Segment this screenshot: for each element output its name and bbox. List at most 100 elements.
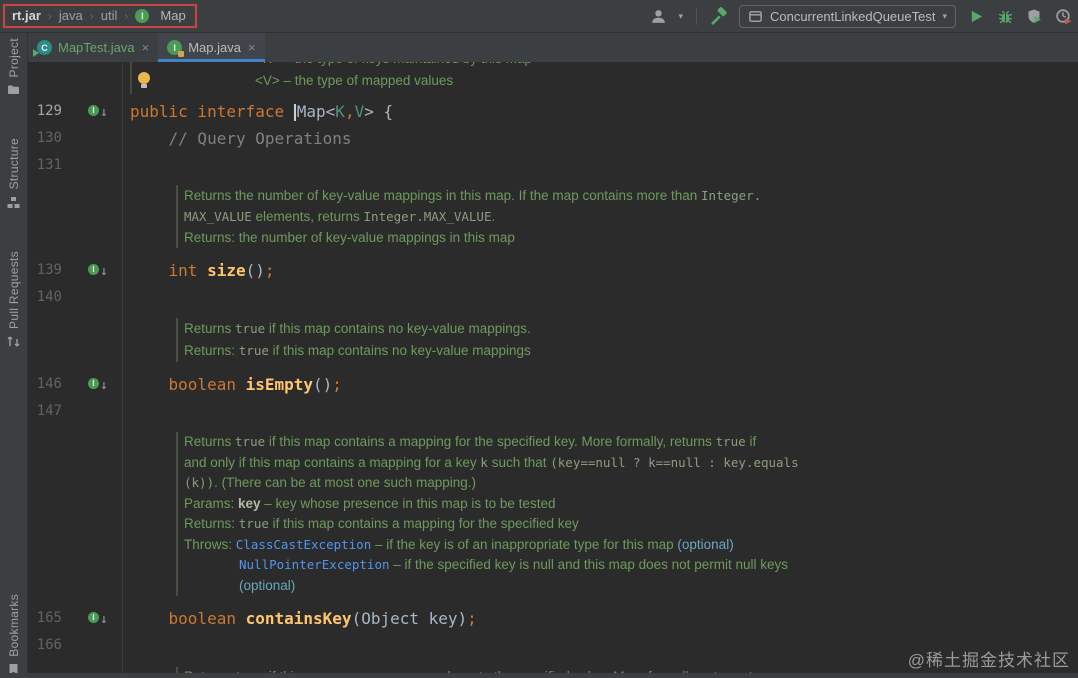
interface-icon: I [88, 264, 99, 275]
run-config-combo[interactable]: ConcurrentLinkedQueueTest ▾ [738, 4, 956, 28]
pull-request-icon [7, 336, 20, 347]
doc-text: Returns: [184, 343, 239, 358]
implemented-by-gutter-icon[interactable]: I ↓ [88, 264, 108, 278]
code-line[interactable]: 147 [28, 398, 1078, 425]
implemented-by-gutter-icon[interactable]: I ↓ [88, 105, 108, 120]
doc-text: true [235, 434, 266, 449]
implemented-by-gutter-icon[interactable]: I ↓ [88, 378, 108, 392]
sidebar-item-pull-requests[interactable]: Pull Requests [7, 251, 21, 348]
sidebar-item-bookmarks[interactable]: Bookmarks [7, 594, 21, 676]
doc-line: (optional) [184, 576, 1078, 597]
line-number: 139 [36, 262, 62, 278]
code-line[interactable]: 140 [28, 284, 1078, 311]
code-token: ; [467, 609, 477, 628]
class-icon: C [33, 40, 52, 57]
close-icon[interactable]: × [142, 40, 150, 55]
stripe-label: Pull Requests [6, 250, 21, 329]
rendered-javadoc: Returns the number of key-value mappings… [176, 185, 1078, 248]
stripe-label: Project [6, 38, 21, 78]
down-arrow-icon: ↓ [100, 105, 108, 120]
main-toolbar: rt.jar › java › util › I Map ▾ Concurren… [0, 0, 1078, 33]
chevron-down-icon[interactable]: ▾ [678, 11, 683, 22]
code-token: boolean [130, 375, 246, 394]
clipped-doc-line: <K> – the type of keys maintained by thi… [130, 62, 1078, 70]
doc-text: and only if this map contains a mapping … [184, 454, 481, 470]
run-icon[interactable] [967, 7, 985, 25]
code-token: Map< [296, 102, 336, 121]
sidebar-item-project[interactable]: Project [7, 38, 21, 96]
doc-text: – if the specified key is null and this … [389, 557, 788, 572]
doc-line: Params: key – key whose presence in this… [184, 494, 1078, 515]
doc-line: NullPointerException – if the specified … [184, 555, 1078, 576]
code-token: public interface [130, 102, 294, 121]
doc-line: Returns the number of key-value mappings… [184, 185, 1078, 206]
interface-icon: I [88, 105, 99, 116]
doc-link[interactable]: ClassCastException [236, 537, 371, 552]
doc-link[interactable]: (optional) [677, 537, 733, 552]
doc-text: if this map contains no key-value mappin… [268, 343, 531, 358]
stripe-label: Bookmarks [6, 594, 21, 657]
stripe-top-group: Project Structure Pull Requests [7, 38, 21, 348]
doc-line: Returns: true if this map contains no ke… [184, 340, 1078, 362]
chevron-down-icon: ▾ [942, 10, 947, 21]
breadcrumb-item-util[interactable]: util [101, 8, 118, 23]
intention-bulb-icon[interactable] [138, 72, 150, 88]
code-token: ; [264, 261, 275, 280]
breadcrumb-item-rtjar[interactable]: rt.jar [12, 8, 41, 23]
line-number: 140 [36, 289, 62, 305]
text-caret [293, 104, 296, 121]
doc-text: – key whose presence in this map is to b… [260, 495, 556, 511]
doc-link[interactable]: NullPointerException [239, 557, 390, 572]
app-window-icon [749, 10, 762, 22]
code-token: boolean [130, 609, 246, 628]
code-line[interactable]: 130 // Query Operations [28, 125, 1078, 152]
rendered-javadoc: Returns true if this map contains a mapp… [176, 432, 1078, 596]
code-text: boolean containsKey(Object key); [28, 605, 1078, 632]
debug-icon[interactable] [996, 7, 1014, 25]
user-icon[interactable] [649, 7, 667, 25]
profiler-icon[interactable] [1054, 7, 1072, 25]
line-number: 130 [36, 130, 62, 146]
code-line[interactable]: 129 I ↓ public interface Map<K,V> { [28, 98, 1078, 125]
code-line[interactable]: 146 I ↓ boolean isEmpty(); [28, 371, 1078, 398]
code-token: () [313, 375, 333, 394]
chevron-separator-icon: › [89, 8, 94, 23]
code-line[interactable]: 131 [28, 152, 1078, 179]
build-hammer-icon[interactable] [710, 7, 728, 25]
code-token: V [354, 102, 365, 121]
doc-text: MAX_VALUE [184, 209, 252, 224]
code-token: (Object key) [351, 609, 468, 628]
doc-text: true [715, 434, 746, 449]
implemented-by-gutter-icon[interactable]: I ↓ [88, 612, 108, 626]
doc-line: Returns true if this map contains no key… [184, 318, 1078, 340]
doc-text: Returns: the number of key-value mapping… [184, 230, 515, 245]
tab-maptest-java[interactable]: C MapTest.java × [28, 33, 158, 62]
window-bottom-edge [0, 673, 1078, 678]
code-token: K [335, 102, 345, 121]
doc-text: true [238, 343, 269, 358]
tab-label: MapTest.java [58, 40, 135, 55]
close-icon[interactable]: × [248, 40, 256, 55]
run-config-label: ConcurrentLinkedQueueTest [769, 8, 936, 24]
breadcrumb-item-map[interactable]: Map [160, 8, 185, 23]
code-token: size [207, 261, 246, 280]
code-line[interactable]: 139 I ↓ int size(); [28, 257, 1078, 284]
doc-line: Throws: ClassCastException – if the key … [184, 535, 1078, 556]
interface-icon: I [88, 612, 99, 623]
tab-label: Map.java [188, 40, 241, 55]
code-text: public interface Map<K,V> { [28, 98, 1078, 125]
ide-window: rt.jar › java › util › I Map ▾ Concurren… [0, 0, 1078, 678]
doc-text: (key==null ? k==null : key.equals [550, 454, 799, 470]
code-token: ; [332, 375, 342, 394]
doc-text: . [491, 209, 496, 224]
code-line[interactable]: 165 I ↓ boolean containsKey(Object key); [28, 605, 1078, 632]
editor: <K> – the type of keys maintained by thi… [28, 62, 1078, 678]
doc-line: MAX_VALUE elements, returns Integer.MAX_… [184, 206, 1078, 227]
structure-icon [7, 196, 20, 208]
doc-link[interactable]: (optional) [239, 578, 295, 593]
breadcrumb-item-java[interactable]: java [59, 8, 83, 23]
doc-line: <V> – the type of mapped values [255, 70, 1078, 94]
tab-map-java[interactable]: I Map.java × [158, 33, 265, 62]
coverage-icon[interactable] [1025, 7, 1043, 25]
sidebar-item-structure[interactable]: Structure [7, 138, 21, 208]
